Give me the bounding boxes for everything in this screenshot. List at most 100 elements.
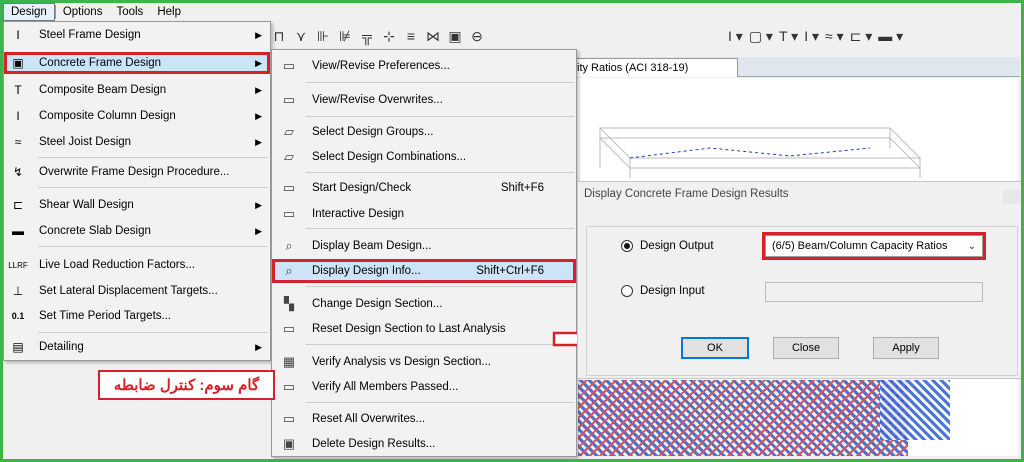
submenu-item-delete-results[interactable]: ▣ Delete Design Results... xyxy=(272,432,576,456)
submenu-item-verify-analysis[interactable]: ▦ Verify Analysis vs Design Section... xyxy=(272,350,576,374)
menu-item-composite-beam[interactable]: T Composite Beam Design ▶ xyxy=(4,79,270,101)
menu-separator xyxy=(306,228,574,229)
menu-tools[interactable]: Tools xyxy=(109,4,150,20)
ok-button[interactable]: OK xyxy=(681,337,749,359)
toolbar-left: ⊓ ⋎ ⊪ ⊯ ╦ ⊹ ≡ ⋈ ▣ ⊖ xyxy=(270,28,486,45)
concrete-slab-icon: ▬ xyxy=(12,224,24,238)
menu-item-shear-wall[interactable]: ⊏ Shear Wall Design ▶ xyxy=(4,194,270,216)
radio-unchecked-icon xyxy=(621,285,633,297)
preferences-icon: ▭ xyxy=(282,58,296,73)
close-button[interactable]: Close xyxy=(773,337,839,359)
radio-design-input[interactable]: Design Input xyxy=(621,285,705,297)
design-results-dialog: Display Concrete Frame Design Results De… xyxy=(577,181,1022,379)
submenu-item-beam-design[interactable]: ⌕ Display Beam Design... xyxy=(272,234,576,258)
menu-separator xyxy=(38,332,268,333)
submenu-arrow-icon: ▶ xyxy=(255,29,262,40)
concrete-frame-icon: ▣ xyxy=(12,56,24,70)
submenu-item-verify-members[interactable]: ▭ Verify All Members Passed... xyxy=(272,375,576,399)
submenu-item-design-groups[interactable]: ▱ Select Design Groups... xyxy=(272,120,576,144)
composite-beam-icon[interactable]: T ▾ xyxy=(779,28,798,45)
submenu-item-interactive-design[interactable]: ▭ Interactive Design xyxy=(272,202,576,226)
composite-column-icon: I xyxy=(16,109,20,123)
wall-icon[interactable]: ⊯ xyxy=(336,28,354,45)
menu-separator xyxy=(38,246,268,247)
menu-options[interactable]: Options xyxy=(56,4,110,20)
brace-icon[interactable]: ⋎ xyxy=(292,28,310,45)
verify-members-icon: ▭ xyxy=(282,379,296,394)
composite-beam-icon: T xyxy=(14,83,22,97)
slab-design-icon[interactable]: ▬ ▾ xyxy=(878,28,903,45)
shear-wall-icon[interactable]: ⊏ ▾ xyxy=(850,28,873,45)
menu-bar: Design Options Tools Help xyxy=(3,3,213,21)
submenu-arrow-icon: ▶ xyxy=(255,199,262,210)
submenu-arrow-icon: ▶ xyxy=(255,57,262,68)
submenu-item-reset-overwrites[interactable]: ▭ Reset All Overwrites... xyxy=(272,407,576,431)
menu-help[interactable]: Help xyxy=(150,4,188,20)
joint-icon[interactable]: ⊹ xyxy=(380,28,398,45)
model-mesh-results xyxy=(578,380,908,456)
model-mesh-right xyxy=(880,380,950,440)
menu-item-time-period[interactable]: 0.1 Set Time Period Targets... xyxy=(4,305,270,327)
step-annotation: گام سوم: کنترل ضابطه xyxy=(98,370,275,400)
tendon-icon[interactable]: ⋈ xyxy=(424,28,442,45)
radio-design-output[interactable]: Design Output xyxy=(621,240,714,252)
shear-wall-icon: ⊏ xyxy=(12,198,24,212)
menu-design[interactable]: Design xyxy=(3,3,55,21)
submenu-arrow-icon: ▶ xyxy=(255,110,262,121)
menu-separator xyxy=(306,116,574,117)
menu-item-overwrite-procedure[interactable]: ↯ Overwrite Frame Design Procedure... xyxy=(4,161,270,183)
dialog-close-icon[interactable] xyxy=(1003,190,1021,204)
combinations-icon: ▱ xyxy=(284,149,294,164)
menu-separator xyxy=(38,187,268,188)
time-period-icon: 0.1 xyxy=(11,311,25,321)
menu-item-detailing[interactable]: ▤ Detailing ▶ xyxy=(4,336,270,358)
submenu-item-display-design-info[interactable]: ⌕ Display Design Info... Shift+Ctrl+F6 xyxy=(272,259,576,283)
menu-separator xyxy=(306,402,574,403)
reset-section-icon: ▭ xyxy=(282,321,296,336)
tab-design-view[interactable]: ity Ratios (ACI 318-19) xyxy=(570,58,738,77)
submenu-arrow-icon: ▶ xyxy=(255,341,262,352)
menu-separator xyxy=(306,286,574,287)
submenu-arrow-icon: ▶ xyxy=(255,84,262,95)
object-icon[interactable]: ▣ xyxy=(446,28,464,45)
detailing-icon: ▤ xyxy=(12,340,24,354)
menu-item-concrete-slab[interactable]: ▬ Concrete Slab Design ▶ xyxy=(4,220,270,242)
menu-item-steel-joist[interactable]: ≈ Steel Joist Design ▶ xyxy=(4,131,270,153)
beam-design-icon: ⌕ xyxy=(285,238,293,253)
submenu-arrow-icon: ▶ xyxy=(255,136,262,147)
menu-separator xyxy=(38,157,268,158)
submenu-item-start-design[interactable]: ▭ Start Design/Check Shift+F6 xyxy=(272,176,576,200)
frame-icon[interactable]: ⊓ xyxy=(270,28,288,45)
overwrites-icon: ▭ xyxy=(282,92,296,107)
slab-icon[interactable]: ≡ xyxy=(402,28,420,45)
area-icon[interactable]: ⊖ xyxy=(468,28,486,45)
reset-overwrites-icon: ▭ xyxy=(282,411,296,426)
menu-item-composite-column[interactable]: I Composite Column Design ▶ xyxy=(4,105,270,127)
menu-item-concrete-frame[interactable]: ▣ Concrete Frame Design ▶ xyxy=(4,52,270,74)
apply-button[interactable]: Apply xyxy=(873,337,939,359)
submenu-arrow-icon: ▶ xyxy=(255,225,262,236)
menu-item-lateral-displacement[interactable]: ⊥ Set Lateral Displacement Targets... xyxy=(4,280,270,302)
radio-checked-icon xyxy=(621,240,633,252)
beam-icon[interactable]: ╦ xyxy=(358,28,376,45)
concrete-design-icon[interactable]: ▢ ▾ xyxy=(749,28,773,45)
verify-analysis-icon: ▦ xyxy=(282,354,296,369)
menu-item-live-load-reduction[interactable]: LLRF Live Load Reduction Factors... xyxy=(4,254,270,276)
concrete-design-submenu: ▭ View/Revise Preferences... ▭ View/Revise… xyxy=(271,49,577,457)
joist-icon[interactable]: ≈ ▾ xyxy=(825,28,844,45)
interactive-design-icon: ▭ xyxy=(282,206,296,221)
overwrite-procedure-icon: ↯ xyxy=(12,165,24,179)
design-output-select[interactable]: (6/5) Beam/Column Capacity Ratios ⌄ xyxy=(762,232,986,260)
steel-design-icon[interactable]: I ▾ xyxy=(728,28,743,45)
submenu-item-overwrites[interactable]: ▭ View/Revise Overwrites... xyxy=(272,88,576,112)
column-icon[interactable]: ⊪ xyxy=(314,28,332,45)
composite-column-icon[interactable]: I ▾ xyxy=(804,28,819,45)
submenu-item-preferences[interactable]: ▭ View/Revise Preferences... xyxy=(272,54,576,78)
submenu-item-change-section[interactable]: ▚ Change Design Section... xyxy=(272,292,576,316)
submenu-item-reset-section[interactable]: ▭ Reset Design Section to Last Analysis xyxy=(272,317,576,341)
delete-results-icon: ▣ xyxy=(282,436,296,451)
design-input-select[interactable] xyxy=(765,282,983,302)
displacement-icon: ⊥ xyxy=(12,284,24,298)
menu-item-steel-frame[interactable]: I Steel Frame Design ▶ xyxy=(4,24,270,46)
submenu-item-design-combinations[interactable]: ▱ Select Design Combinations... xyxy=(272,145,576,169)
